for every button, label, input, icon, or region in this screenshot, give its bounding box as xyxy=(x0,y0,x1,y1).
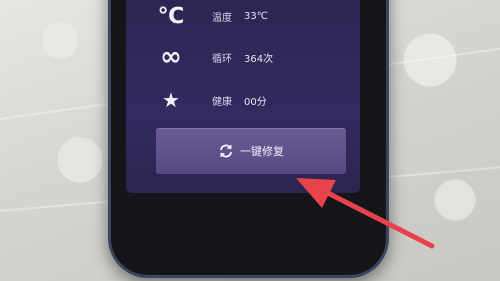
health-row: ★ 健康 00分 xyxy=(126,80,360,120)
one-click-repair-button[interactable]: 一键修复 xyxy=(156,128,346,174)
temperature-row: ℃ 温度 33℃ xyxy=(126,0,360,36)
celsius-icon: ℃ xyxy=(157,3,185,29)
temperature-label: 温度 xyxy=(212,12,232,24)
cycle-label: 循环 xyxy=(212,53,232,65)
infinity-icon: ∞ xyxy=(160,42,182,72)
health-value: 00分 xyxy=(244,96,267,108)
star-icon: ★ xyxy=(162,88,180,112)
health-label: 健康 xyxy=(212,96,232,108)
repair-button-label: 一键修复 xyxy=(240,145,284,158)
cycle-value: 364次 xyxy=(244,53,274,65)
cycle-row: ∞ 循环 364次 xyxy=(126,37,360,77)
refresh-icon xyxy=(220,144,232,158)
phone-screen: ℃ 温度 33℃ ∞ 循环 364次 ★ 健康 00分 一键修复 xyxy=(126,0,360,193)
temperature-value: 33℃ xyxy=(244,10,268,22)
